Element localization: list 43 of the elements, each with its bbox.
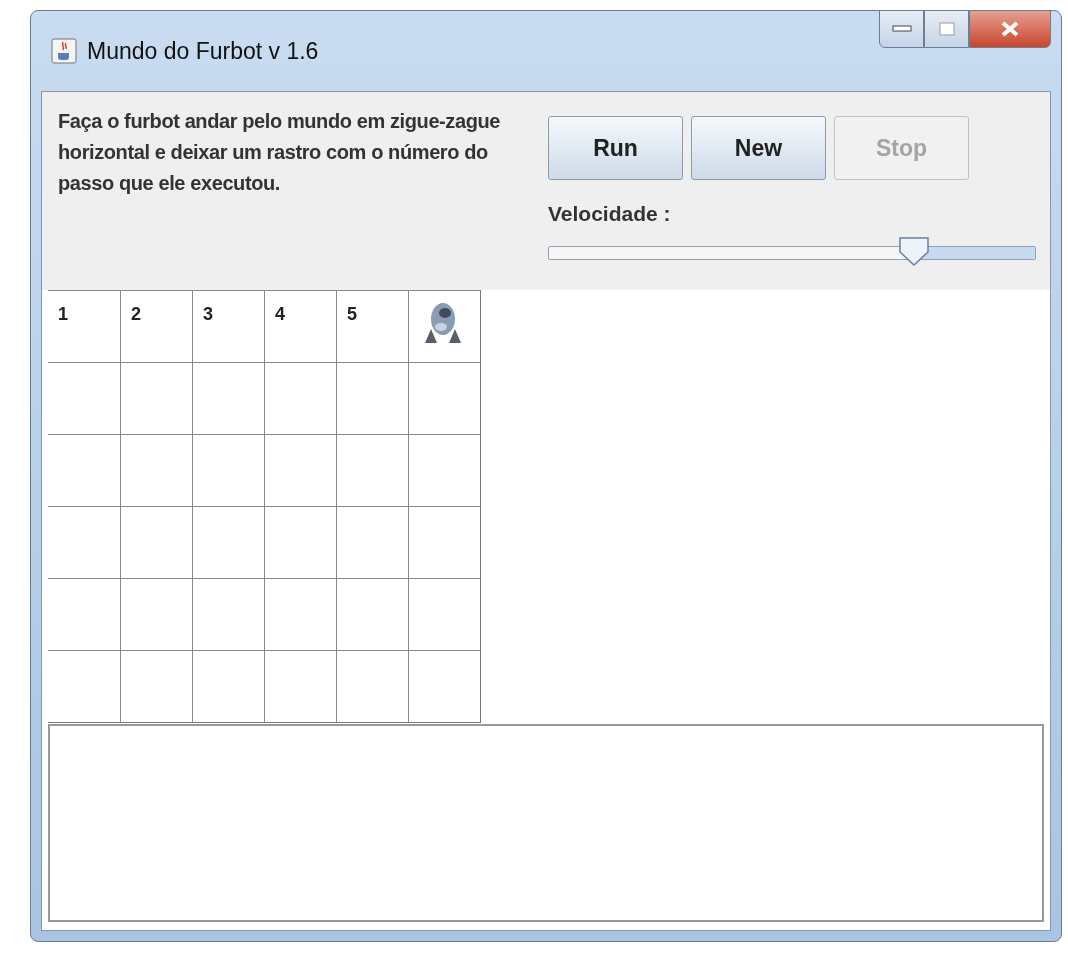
close-button[interactable] <box>969 10 1051 48</box>
maximize-button[interactable] <box>924 10 969 48</box>
toolbar-button[interactable]: Run <box>548 116 683 180</box>
grid-cell <box>336 434 408 506</box>
slider-thumb[interactable] <box>898 235 930 266</box>
grid-cell <box>264 506 336 578</box>
grid-cell <box>192 578 264 650</box>
grid-cell <box>192 506 264 578</box>
grid-cell: 4 <box>264 290 336 362</box>
close-icon <box>1000 21 1020 37</box>
grid-cell <box>120 362 192 434</box>
grid-cell <box>408 434 480 506</box>
grid-cell <box>192 362 264 434</box>
grid-cell: 1 <box>48 290 120 362</box>
maximize-icon <box>938 22 955 36</box>
grid-cell: 5 <box>336 290 408 362</box>
coffee-cup-icon <box>51 38 77 64</box>
minimize-button[interactable] <box>879 10 924 48</box>
toolbar-button[interactable]: New <box>691 116 826 180</box>
grid-cell <box>120 578 192 650</box>
grid-cell <box>336 578 408 650</box>
grid-cell <box>120 650 192 722</box>
speed-label: Velocidade : <box>548 201 672 227</box>
grid-cell <box>120 434 192 506</box>
grid-cell <box>264 578 336 650</box>
grid-cell <box>192 434 264 506</box>
grid-cell <box>192 650 264 722</box>
grid-cell <box>264 434 336 506</box>
minimize-icon <box>891 25 912 33</box>
window-title: Mundo do Furbot v 1.6 <box>87 36 319 66</box>
grid-cell <box>120 506 192 578</box>
grid-cell <box>408 506 480 578</box>
output-area[interactable] <box>48 724 1044 922</box>
grid-cell <box>264 362 336 434</box>
grid-cell <box>264 650 336 722</box>
grid-cell: 2 <box>120 290 192 362</box>
grid-cell <box>336 362 408 434</box>
grid-cell <box>336 506 408 578</box>
grid-cell <box>408 578 480 650</box>
grid-cell <box>336 650 408 722</box>
grid-cell: 3 <box>192 290 264 362</box>
grid-cell <box>408 650 480 722</box>
instructions-text: Faça o furbot andar pelo mundo em zigue-zague horizontal e deixar um rastro com o número do passo que ele executou. <box>58 109 502 196</box>
